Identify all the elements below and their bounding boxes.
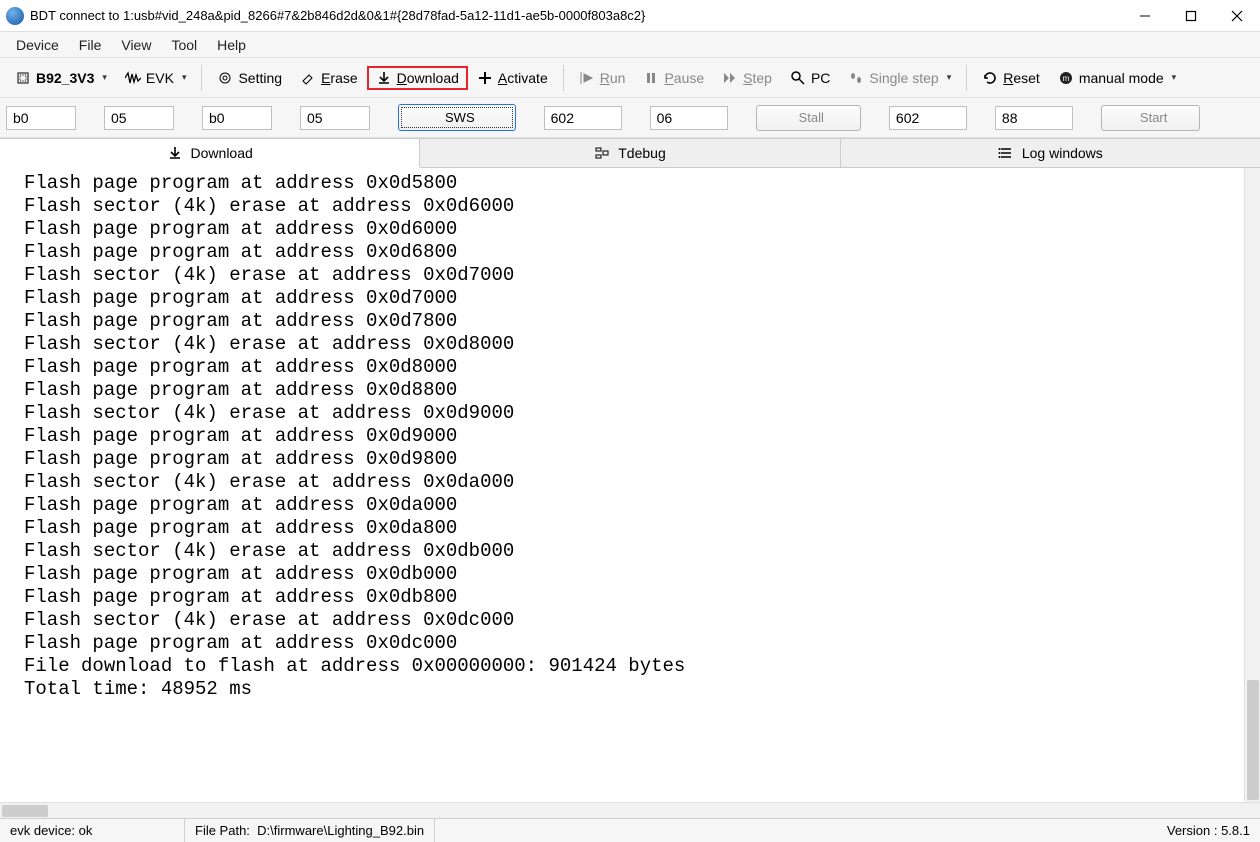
title-bar: BDT connect to 1:usb#vid_248a&pid_8266#7…	[0, 0, 1260, 32]
window-title: BDT connect to 1:usb#vid_248a&pid_8266#7…	[30, 8, 1122, 23]
start-button[interactable]: Start	[1101, 105, 1200, 131]
tab-tdebug[interactable]: Tdebug	[420, 138, 840, 167]
file-path-label: File Path:	[195, 823, 250, 838]
run-button[interactable]: Run	[570, 66, 635, 90]
separator	[563, 65, 564, 91]
scrollbar-thumb[interactable]	[2, 805, 48, 817]
list-icon	[998, 145, 1014, 161]
mode-icon: m	[1058, 70, 1074, 86]
version-label: Version : 5.8.1	[1157, 819, 1260, 842]
file-path-value: D:\firmware\Lighting_B92.bin	[257, 823, 424, 838]
waveform-icon	[125, 70, 141, 86]
activate-button[interactable]: Activate	[468, 66, 557, 90]
step-icon	[722, 70, 738, 86]
download-button[interactable]: Download	[367, 66, 468, 90]
single-step-button[interactable]: Single step ▾	[839, 66, 960, 90]
pause-label: Pause	[664, 70, 704, 86]
chevron-down-icon: ▾	[182, 72, 187, 83]
tab-label: Tdebug	[618, 145, 665, 161]
chip-label: B92_3V3	[36, 70, 94, 86]
chip-icon	[15, 70, 31, 86]
separator	[966, 65, 967, 91]
val-d2-input[interactable]	[995, 106, 1073, 130]
addr-b1-input[interactable]	[202, 106, 272, 130]
activate-label: Activate	[498, 70, 548, 86]
download-label: Download	[397, 70, 459, 86]
separator	[201, 65, 202, 91]
svg-text:m: m	[1062, 74, 1069, 83]
plus-icon	[477, 70, 493, 86]
app-icon	[6, 7, 24, 25]
tab-label: Log windows	[1022, 145, 1103, 161]
pause-icon	[643, 70, 659, 86]
erase-label: Erase	[321, 70, 358, 86]
reset-label: Reset	[1003, 70, 1040, 86]
single-step-label: Single step	[869, 70, 938, 86]
close-button[interactable]	[1214, 0, 1260, 31]
val-c1-input[interactable]	[544, 106, 622, 130]
footsteps-icon	[848, 70, 864, 86]
val-d1-input[interactable]	[889, 106, 967, 130]
status-bar: evk device: ok File Path: D:\firmware\Li…	[0, 818, 1260, 842]
start-label: Start	[1140, 110, 1167, 125]
log-output: Flash page program at address 0x0d5800 F…	[0, 168, 1260, 802]
menu-bar: Device File View Tool Help	[0, 32, 1260, 58]
stall-button[interactable]: Stall	[756, 105, 861, 131]
step-label: Step	[743, 70, 772, 86]
chevron-down-icon: ▾	[102, 72, 107, 83]
menu-device[interactable]: Device	[6, 35, 69, 55]
file-path-cell: File Path: D:\firmware\Lighting_B92.bin	[185, 819, 435, 842]
stall-label: Stall	[799, 110, 824, 125]
manual-mode-label: manual mode	[1079, 70, 1164, 86]
download-icon	[376, 70, 392, 86]
erase-icon	[300, 70, 316, 86]
input-row: SWS Stall Start	[0, 98, 1260, 138]
device-status: evk device: ok	[0, 819, 185, 842]
tab-log[interactable]: Log windows	[841, 138, 1260, 167]
scrollbar-thumb[interactable]	[1247, 680, 1259, 800]
tab-label: Download	[191, 145, 253, 161]
step-button[interactable]: Step	[713, 66, 781, 90]
chevron-down-icon: ▾	[1172, 72, 1177, 83]
setting-button[interactable]: Setting	[208, 66, 291, 90]
addr-b2-input[interactable]	[300, 106, 370, 130]
menu-file[interactable]: File	[69, 35, 112, 55]
erase-button[interactable]: Erase	[291, 66, 367, 90]
manual-mode-button[interactable]: m manual mode ▾	[1049, 66, 1185, 90]
chip-selector[interactable]: B92_3V3 ▾	[6, 66, 116, 90]
gear-icon	[217, 70, 233, 86]
window-controls	[1122, 0, 1260, 31]
toolbar: B92_3V3 ▾ EVK ▾ Setting Erase Download A…	[0, 58, 1260, 98]
log-panel: Flash page program at address 0x0d5800 F…	[0, 168, 1260, 818]
pause-button[interactable]: Pause	[634, 66, 713, 90]
run-icon	[579, 70, 595, 86]
chevron-down-icon: ▾	[947, 72, 952, 83]
board-label: EVK	[146, 70, 174, 86]
sws-label: SWS	[445, 110, 475, 125]
tab-download[interactable]: Download	[0, 138, 420, 168]
search-icon	[790, 70, 806, 86]
sws-button[interactable]: SWS	[398, 104, 516, 131]
run-label: Run	[600, 70, 626, 86]
menu-help[interactable]: Help	[207, 35, 256, 55]
addr-a1-input[interactable]	[6, 106, 76, 130]
reset-button[interactable]: Reset	[973, 66, 1049, 90]
addr-a2-input[interactable]	[104, 106, 174, 130]
maximize-button[interactable]	[1168, 0, 1214, 31]
vertical-scrollbar[interactable]	[1244, 168, 1260, 802]
menu-tool[interactable]: Tool	[161, 35, 207, 55]
pc-button[interactable]: PC	[781, 66, 839, 90]
debug-icon	[594, 145, 610, 161]
board-selector[interactable]: EVK ▾	[116, 66, 196, 90]
val-c2-input[interactable]	[650, 106, 728, 130]
download-icon	[167, 145, 183, 161]
pc-label: PC	[811, 70, 830, 86]
tab-row: Download Tdebug Log windows	[0, 138, 1260, 168]
menu-view[interactable]: View	[111, 35, 161, 55]
setting-label: Setting	[238, 70, 282, 86]
reload-icon	[982, 70, 998, 86]
minimize-button[interactable]	[1122, 0, 1168, 31]
horizontal-scrollbar[interactable]	[0, 802, 1260, 818]
